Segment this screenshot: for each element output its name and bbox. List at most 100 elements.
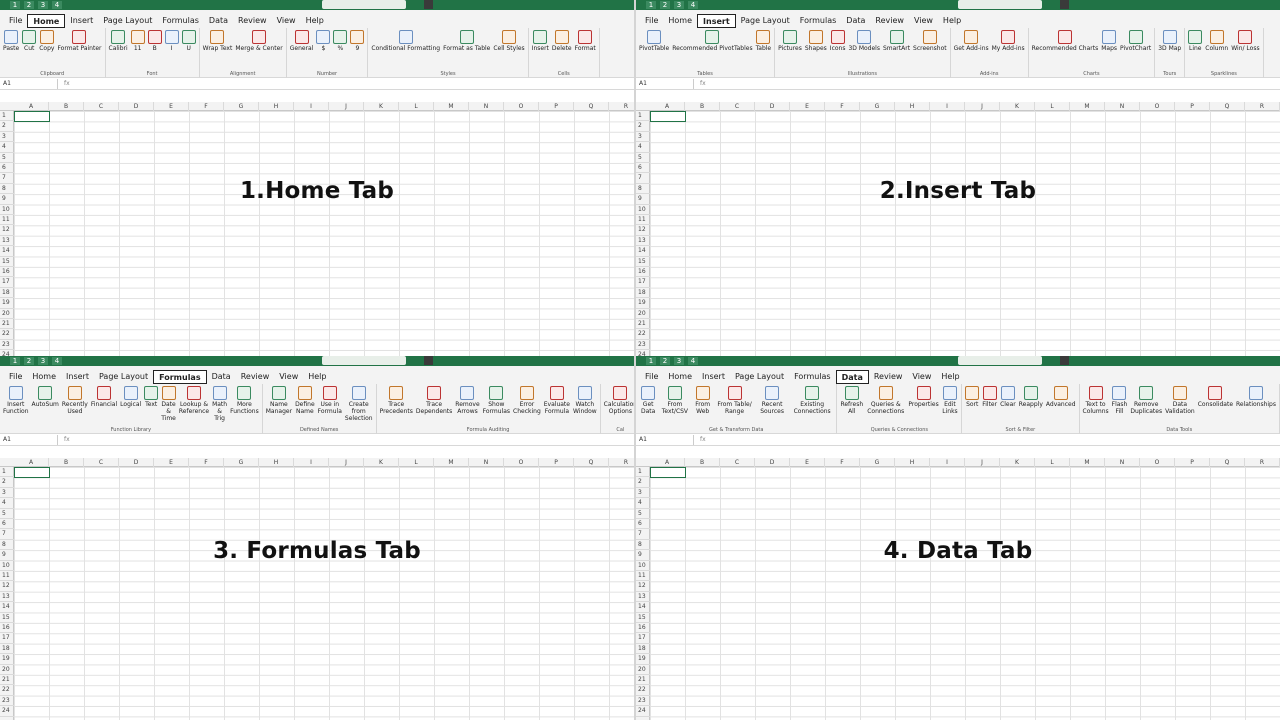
column-header[interactable]: J: [329, 458, 364, 467]
row-header[interactable]: 5: [636, 153, 650, 163]
ribbon-button-9[interactable]: 9: [350, 30, 365, 52]
tab-view[interactable]: View: [272, 14, 301, 28]
cell-grid[interactable]: [650, 467, 1280, 720]
row-header[interactable]: 11: [0, 215, 14, 226]
row-header[interactable]: 4: [0, 142, 14, 153]
row-header[interactable]: 18: [0, 288, 14, 299]
row-header[interactable]: 11: [636, 215, 650, 226]
row-header[interactable]: 15: [0, 613, 14, 623]
ribbon-button-queries-connections[interactable]: Queries & Connections: [866, 386, 905, 415]
row-header[interactable]: 5: [0, 509, 14, 519]
row-header[interactable]: 14: [636, 602, 650, 613]
ribbon-button-win-loss[interactable]: Win/ Loss: [1231, 30, 1260, 52]
column-header[interactable]: K: [1000, 458, 1035, 467]
column-header[interactable]: C: [84, 458, 119, 467]
row-header[interactable]: 4: [0, 498, 14, 509]
column-header[interactable]: H: [895, 458, 930, 467]
ribbon-button-trace-precedents[interactable]: Trace Precedents: [380, 386, 413, 415]
row-header[interactable]: 17: [636, 277, 650, 288]
column-header[interactable]: I: [294, 458, 329, 467]
tab-file[interactable]: File: [4, 370, 27, 384]
ribbon-button-relationships[interactable]: Relationships: [1236, 386, 1276, 408]
ribbon-button-refresh-all[interactable]: Refresh All: [840, 386, 863, 415]
row-header[interactable]: 22: [636, 685, 650, 696]
tab-data[interactable]: Data: [204, 14, 233, 28]
ribbon-button-evaluate-formula[interactable]: Evaluate Formula: [544, 386, 570, 415]
row-header[interactable]: 13: [0, 236, 14, 247]
row-header[interactable]: 10: [636, 205, 650, 215]
tab-insert[interactable]: Insert: [65, 14, 98, 28]
row-header[interactable]: 11: [636, 571, 650, 582]
tab-home[interactable]: Home: [27, 370, 61, 384]
row-header[interactable]: 24: [636, 706, 650, 717]
row-header[interactable]: 22: [0, 685, 14, 696]
ribbon-button-u[interactable]: U: [181, 30, 196, 52]
row-header[interactable]: 3: [636, 132, 650, 143]
column-header[interactable]: P: [539, 458, 574, 467]
column-header[interactable]: E: [790, 458, 825, 467]
tab-insert[interactable]: Insert: [61, 370, 94, 384]
row-header[interactable]: 1: [636, 467, 650, 478]
ribbon-button-create-from-selection[interactable]: Create from Selection: [345, 386, 373, 422]
ribbon-button-format-painter[interactable]: Format Painter: [57, 30, 102, 52]
column-header[interactable]: J: [965, 102, 1000, 111]
ribbon-button-date-time[interactable]: Date & Time: [161, 386, 176, 422]
row-header[interactable]: 3: [0, 488, 14, 499]
ribbon-button-line[interactable]: Line: [1188, 30, 1203, 52]
active-cell-a1[interactable]: [14, 111, 50, 122]
tab-file[interactable]: File: [640, 370, 663, 384]
row-header[interactable]: 6: [0, 163, 14, 174]
ribbon-button-format-as-table[interactable]: Format as Table: [443, 30, 490, 52]
tab-page-layout[interactable]: Page Layout: [730, 370, 789, 384]
tab-file[interactable]: File: [640, 14, 663, 28]
row-header[interactable]: 15: [0, 257, 14, 267]
tab-formulas[interactable]: Formulas: [153, 370, 207, 384]
column-header[interactable]: C: [720, 102, 755, 111]
row-header[interactable]: 12: [636, 225, 650, 236]
row-header[interactable]: 10: [0, 205, 14, 215]
ribbon-button-recommended-pivottables[interactable]: Recommended PivotTables: [672, 30, 753, 52]
ribbon-button-remove-duplicates[interactable]: Remove Duplicates: [1130, 386, 1162, 415]
row-header[interactable]: 18: [636, 644, 650, 655]
row-header[interactable]: 18: [636, 288, 650, 299]
column-header[interactable]: E: [790, 102, 825, 111]
ribbon-button-11[interactable]: 11: [130, 30, 145, 52]
column-header[interactable]: R: [1245, 102, 1280, 111]
ribbon-button-math-trig[interactable]: Math & Trig: [212, 386, 227, 422]
ribbon-button-reapply[interactable]: Reapply: [1019, 386, 1043, 408]
ribbon-button-logical[interactable]: Logical: [120, 386, 141, 408]
column-header[interactable]: G: [860, 458, 895, 467]
column-header[interactable]: J: [965, 458, 1000, 467]
tab-home[interactable]: Home: [27, 14, 66, 28]
row-header[interactable]: 16: [0, 623, 14, 634]
row-header[interactable]: 17: [636, 633, 650, 644]
column-header[interactable]: N: [469, 102, 504, 111]
row-header[interactable]: 22: [0, 329, 14, 340]
row-header[interactable]: 6: [0, 519, 14, 530]
tab-page-layout[interactable]: Page Layout: [94, 370, 153, 384]
ribbon-button-name-manager[interactable]: Name Manager: [266, 386, 292, 415]
row-header[interactable]: 14: [636, 246, 650, 257]
column-header[interactable]: Q: [574, 102, 609, 111]
row-header[interactable]: 19: [0, 298, 14, 309]
row-header[interactable]: 13: [636, 592, 650, 603]
column-header[interactable]: H: [895, 102, 930, 111]
ribbon-button-pivotchart[interactable]: PivotChart: [1120, 30, 1151, 52]
row-header[interactable]: 4: [636, 142, 650, 153]
column-header[interactable]: E: [154, 458, 189, 467]
row-header[interactable]: 5: [0, 153, 14, 163]
column-header[interactable]: O: [1140, 458, 1175, 467]
tab-help[interactable]: Help: [936, 370, 964, 384]
row-header[interactable]: 2: [636, 477, 650, 488]
ribbon-button-insert-function[interactable]: Insert Function: [3, 386, 29, 415]
row-header[interactable]: 6: [636, 519, 650, 530]
column-header[interactable]: F: [189, 458, 224, 467]
row-header[interactable]: 2: [636, 121, 650, 132]
row-header[interactable]: 20: [0, 309, 14, 319]
row-header[interactable]: 16: [636, 267, 650, 278]
column-header[interactable]: M: [1070, 458, 1105, 467]
row-header[interactable]: 23: [0, 340, 14, 351]
ribbon-button-insert[interactable]: Insert: [532, 30, 549, 52]
search-box[interactable]: [958, 356, 1042, 365]
column-header[interactable]: I: [930, 458, 965, 467]
